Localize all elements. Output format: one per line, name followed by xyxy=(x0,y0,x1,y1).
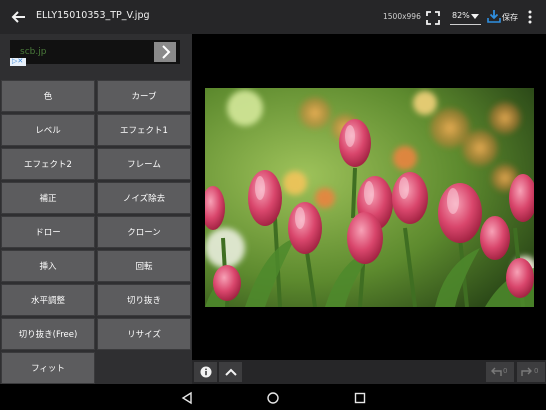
tool-crop-free-button[interactable]: 切り抜き(Free) xyxy=(1,318,95,350)
nav-back-icon xyxy=(181,391,192,405)
tool-clone-button[interactable]: クローン xyxy=(97,216,191,248)
tool-fit-button[interactable]: フィット xyxy=(1,352,95,384)
info-button[interactable] xyxy=(194,362,217,382)
ad-banner[interactable]: scb.jp xyxy=(10,40,180,64)
caret-down-icon xyxy=(471,14,479,19)
image-dimensions: 1500x996 xyxy=(383,12,421,21)
arrow-left-icon xyxy=(11,11,25,23)
fullscreen-button[interactable] xyxy=(426,10,440,25)
zoom-value: 82% xyxy=(452,11,470,20)
tool-insert-button[interactable]: 挿入 xyxy=(1,250,95,282)
save-button[interactable]: 保存 xyxy=(487,8,519,26)
download-icon xyxy=(487,10,501,23)
more-options-button[interactable] xyxy=(525,9,535,25)
chevron-right-icon xyxy=(162,45,171,59)
nav-recents-button[interactable] xyxy=(353,390,367,404)
tool-straighten-button[interactable]: 水平調整 xyxy=(1,284,95,316)
nav-recents-icon xyxy=(354,392,366,404)
undo-count: 0 xyxy=(503,367,508,375)
fullscreen-icon xyxy=(426,11,440,25)
back-button[interactable] xyxy=(8,7,30,27)
save-label: 保存 xyxy=(502,13,518,22)
tool-denoise-button[interactable]: ノイズ除去 xyxy=(97,182,191,214)
tool-color-button[interactable]: 色 xyxy=(1,80,95,112)
tool-rotate-button[interactable]: 回転 xyxy=(97,250,191,282)
nav-home-icon xyxy=(267,392,279,404)
tools-panel: scb.jp ▷✕ 色 カーブ レベル エフェクト1 エフェクト2 フレーム 補… xyxy=(0,34,192,384)
nav-back-button[interactable] xyxy=(180,390,194,405)
nav-home-button[interactable] xyxy=(266,390,280,404)
redo-count: 0 xyxy=(534,367,539,375)
tool-level-button[interactable]: レベル xyxy=(1,114,95,146)
bottom-toolbar: 0 0 xyxy=(192,360,546,384)
tulip-photo xyxy=(205,88,534,307)
tool-resize-button[interactable]: リサイズ xyxy=(97,318,191,350)
more-vertical-icon xyxy=(528,10,532,24)
adchoices-label: ▷✕ xyxy=(12,57,24,65)
tool-effect2-button[interactable]: エフェクト2 xyxy=(1,148,95,180)
tool-curve-button[interactable]: カーブ xyxy=(97,80,191,112)
ad-open-button[interactable] xyxy=(154,42,176,62)
expand-panel-button[interactable] xyxy=(219,362,242,382)
undo-button[interactable]: 0 xyxy=(486,362,514,382)
tool-draw-button[interactable]: ドロー xyxy=(1,216,95,248)
redo-button[interactable]: 0 xyxy=(517,362,545,382)
adchoices-icon[interactable]: ▷✕ xyxy=(10,57,26,66)
ad-text: scb.jp xyxy=(20,47,47,57)
tool-frame-button[interactable]: フレーム xyxy=(97,148,191,180)
tool-correct-button[interactable]: 補正 xyxy=(1,182,95,214)
chevron-up-icon xyxy=(224,368,237,376)
tool-crop-button[interactable]: 切り抜き xyxy=(97,284,191,316)
top-app-bar: ELLY15010353_TP_V.jpg 1500x996 82% 保存 xyxy=(0,0,546,34)
system-navigation-bar xyxy=(0,384,546,410)
info-icon xyxy=(200,366,211,378)
image-canvas[interactable] xyxy=(192,34,546,360)
tool-effect1-button[interactable]: エフェクト1 xyxy=(97,114,191,146)
zoom-dropdown[interactable]: 82% xyxy=(450,7,481,25)
file-title: ELLY15010353_TP_V.jpg xyxy=(36,10,150,21)
redo-icon xyxy=(521,367,532,376)
undo-icon xyxy=(491,367,502,376)
